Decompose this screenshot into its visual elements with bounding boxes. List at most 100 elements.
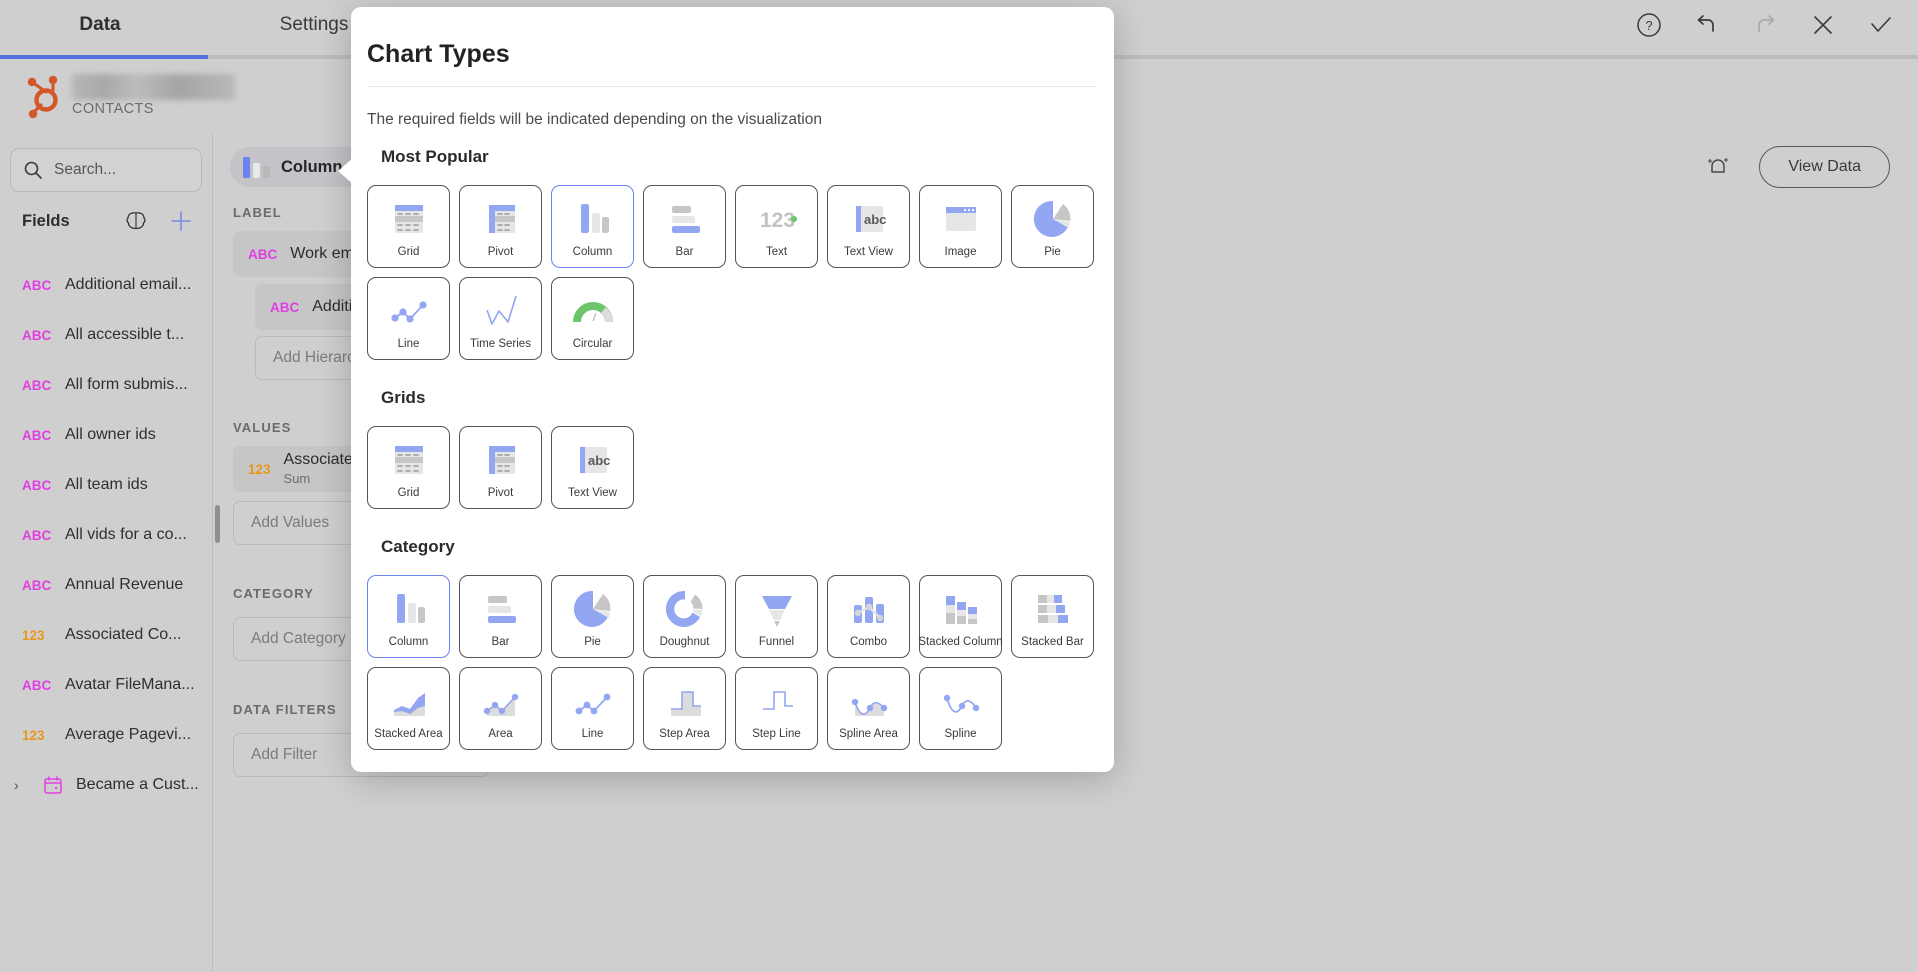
chart-type-card-text[interactable]: 123 Text (735, 185, 818, 268)
panel-scrollbar-thumb[interactable] (215, 505, 220, 543)
chart-type-label: Text View (843, 245, 893, 258)
grid-icon (386, 196, 432, 242)
chart-type-card-line[interactable]: Line (551, 667, 634, 750)
view-data-button[interactable]: View Data (1759, 146, 1890, 188)
brain-icon[interactable] (124, 209, 148, 233)
chart-type-card-pivot[interactable]: Pivot (459, 426, 542, 509)
chart-type-card-text-view[interactable]: abc Text View (827, 185, 910, 268)
chart-type-card-bar[interactable]: Bar (643, 185, 726, 268)
tab-data[interactable]: Data (60, 14, 140, 36)
undo-icon[interactable] (1692, 10, 1722, 40)
field-row[interactable]: ABC Annual Revenue (0, 560, 212, 610)
field-name: Avatar FileMana... (65, 676, 195, 693)
chart-type-card-pie[interactable]: Pie (1011, 185, 1094, 268)
chart-group-title: Grids (381, 388, 426, 407)
chart-type-card-spline-area[interactable]: Spline Area (827, 667, 910, 750)
chart-type-card-grid[interactable]: Grid (367, 185, 450, 268)
chart-type-card-time-series[interactable]: Time Series (459, 277, 542, 360)
chart-type-label: Step Line (752, 727, 801, 740)
expand-chevron-icon[interactable]: › (14, 777, 26, 793)
field-row[interactable]: ABC Avatar FileMana... (0, 660, 212, 710)
redo-icon[interactable] (1750, 10, 1780, 40)
splinearea-icon (846, 678, 892, 724)
field-name: Associated Co... (65, 626, 182, 643)
close-icon[interactable] (1808, 10, 1838, 40)
chart-type-card-stacked-column[interactable]: Stacked Column (918, 575, 1003, 658)
view-data-area: View Data (1703, 146, 1890, 188)
field-row[interactable]: › Became a Cust... (0, 760, 212, 810)
search-placeholder: Search... (54, 161, 117, 178)
chart-type-card-image[interactable]: Image (919, 185, 1002, 268)
chart-type-card-step-area[interactable]: Step Area (643, 667, 726, 750)
pivot-icon (478, 437, 524, 483)
chart-type-card-funnel[interactable]: Funnel (735, 575, 818, 658)
chart-type-card-line[interactable]: Line (367, 277, 450, 360)
field-name: Additional email... (65, 276, 192, 293)
chart-type-card-pivot[interactable]: Pivot (459, 185, 542, 268)
field-name: Average Pagevi... (65, 726, 192, 743)
field-row[interactable]: ABC All team ids (0, 460, 212, 510)
brand-subtitle: CONTACTS (72, 101, 154, 117)
chart-type-card-column[interactable]: Column (551, 185, 634, 268)
chart-type-groups: Most Popular Grid Pivot Column Bar 123 Text abc… (351, 147, 1114, 772)
doughnut-icon (662, 586, 708, 632)
chart-group: Most Popular Grid Pivot Column Bar 123 Text abc… (351, 147, 1114, 382)
textview-icon: abc (570, 437, 616, 483)
chart-type-card-area[interactable]: Area (459, 667, 542, 750)
section-title-category: CATEGORY (233, 586, 315, 601)
chart-type-card-pie[interactable]: Pie (551, 575, 634, 658)
search-input[interactable]: Search... (10, 148, 202, 192)
chart-type-card-combo[interactable]: Combo (827, 575, 910, 658)
column-icon (570, 196, 616, 242)
confirm-icon[interactable] (1866, 10, 1896, 40)
chart-type-card-text-view[interactable]: abc Text View (551, 426, 634, 509)
svg-text:abc: abc (588, 453, 610, 468)
chart-type-card-doughnut[interactable]: Doughnut (643, 575, 726, 658)
modal-title: Chart Types (367, 40, 510, 68)
chart-type-card-grid[interactable]: Grid (367, 426, 450, 509)
add-field-icon[interactable] (168, 208, 194, 234)
chart-type-card-stacked-area[interactable]: Stacked Area (367, 667, 450, 750)
field-type-badge: ABC (22, 677, 52, 693)
spline-icon (938, 678, 984, 724)
chart-type-card-bar[interactable]: Bar (459, 575, 542, 658)
field-type-badge: ABC (22, 577, 52, 593)
text-icon: 123 (754, 196, 800, 242)
field-type-badge: ABC (22, 527, 52, 543)
ai-sparkle-icon[interactable] (1703, 152, 1733, 182)
chart-type-label: Pivot (487, 245, 514, 258)
stackedarea-icon (386, 678, 432, 724)
field-row[interactable]: ABC All vids for a co... (0, 510, 212, 560)
pivot-icon (478, 196, 524, 242)
field-row[interactable]: ABC All form submis... (0, 360, 212, 410)
field-row[interactable]: ABC All accessible t... (0, 310, 212, 360)
chart-type-card-circular[interactable]: Circular (551, 277, 634, 360)
field-name: Annual Revenue (65, 576, 184, 593)
field-row[interactable]: 123 Average Pagevi... (0, 710, 212, 760)
tab-settings[interactable]: Settings (272, 14, 356, 36)
timeseries-icon (478, 288, 524, 334)
field-row[interactable]: 123 Associated Co... (0, 610, 212, 660)
calendar-icon (43, 775, 63, 795)
chart-group-title: Most Popular (381, 147, 489, 166)
line2-icon (570, 678, 616, 724)
field-type-badge: ABC (270, 299, 300, 315)
field-name: All owner ids (65, 426, 156, 443)
textview-icon: abc (846, 196, 892, 242)
chart-type-card-column[interactable]: Column (367, 575, 450, 658)
circular-icon (570, 288, 616, 334)
field-type-badge: 123 (22, 627, 45, 643)
chart-card-row: Column Bar Pie Doughnut Funnel Combo Stacked C… (351, 575, 1114, 750)
chart-type-label: Spline (944, 727, 977, 740)
chart-type-card-spline[interactable]: Spline (919, 667, 1002, 750)
stepline-icon (754, 678, 800, 724)
funnel-icon (754, 586, 800, 632)
field-row[interactable]: ABC All owner ids (0, 410, 212, 460)
help-icon[interactable]: ? (1634, 10, 1664, 40)
image-icon (938, 196, 984, 242)
field-row[interactable]: ABC Additional email... (0, 260, 212, 310)
chart-type-card-step-line[interactable]: Step Line (735, 667, 818, 750)
chart-type-card-stacked-bar[interactable]: Stacked Bar (1011, 575, 1094, 658)
field-type-badge: ABC (22, 377, 52, 393)
